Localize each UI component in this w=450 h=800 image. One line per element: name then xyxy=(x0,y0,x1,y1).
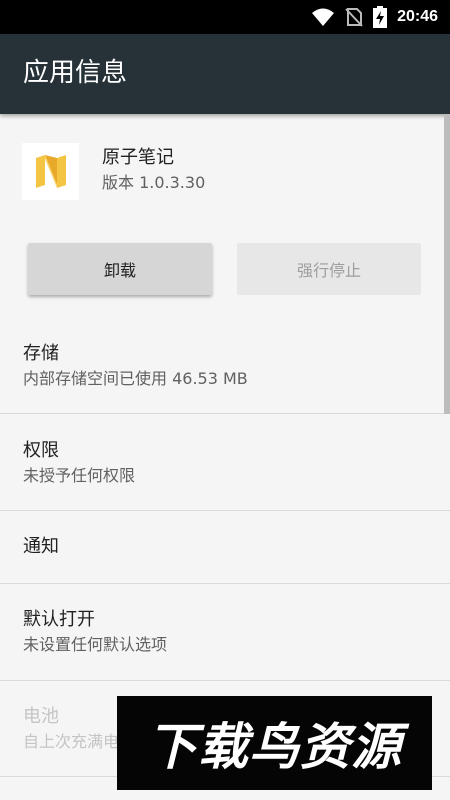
app-name: 原子笔记 xyxy=(102,147,174,168)
open-by-default-row[interactable]: 默认打开 未设置任何默认选项 xyxy=(0,584,450,680)
uninstall-button[interactable]: 卸载 xyxy=(28,243,212,295)
battery-title: 电池 xyxy=(23,706,59,727)
page-title: 应用信息 xyxy=(23,58,128,88)
watermark-text: 下载鸟资源 xyxy=(147,718,402,776)
battery-subtitle: 自上次充满电 xyxy=(23,732,120,751)
open-by-default-title: 默认打开 xyxy=(23,609,95,630)
permissions-subtitle: 未授予任何权限 xyxy=(23,466,136,485)
app-bar: 应用信息 xyxy=(0,34,450,114)
storage-row[interactable]: 存储 内部存储空间已使用 46.53 MB xyxy=(0,336,450,414)
app-version: 版本 1.0.3.30 xyxy=(102,173,206,192)
status-bar: 20:46 xyxy=(0,0,450,34)
storage-title: 存储 xyxy=(23,343,59,364)
force-stop-button[interactable]: 强行停止 xyxy=(237,243,421,295)
status-time: 20:46 xyxy=(397,8,438,25)
open-by-default-subtitle: 未设置任何默认选项 xyxy=(23,635,168,654)
watermark-logo: 下载鸟资源 xyxy=(117,696,432,790)
notifications-title: 通知 xyxy=(23,536,59,557)
storage-subtitle: 内部存储空间已使用 46.53 MB xyxy=(23,369,248,388)
battery-charging-icon xyxy=(373,6,388,28)
app-logo-icon xyxy=(22,143,79,200)
permissions-title: 权限 xyxy=(23,440,59,461)
permissions-row[interactable]: 权限 未授予任何权限 xyxy=(0,414,450,510)
wifi-icon xyxy=(312,8,335,26)
no-sim-icon xyxy=(345,8,363,27)
notifications-row[interactable]: 通知 xyxy=(0,511,450,583)
scrollbar[interactable] xyxy=(444,114,450,414)
